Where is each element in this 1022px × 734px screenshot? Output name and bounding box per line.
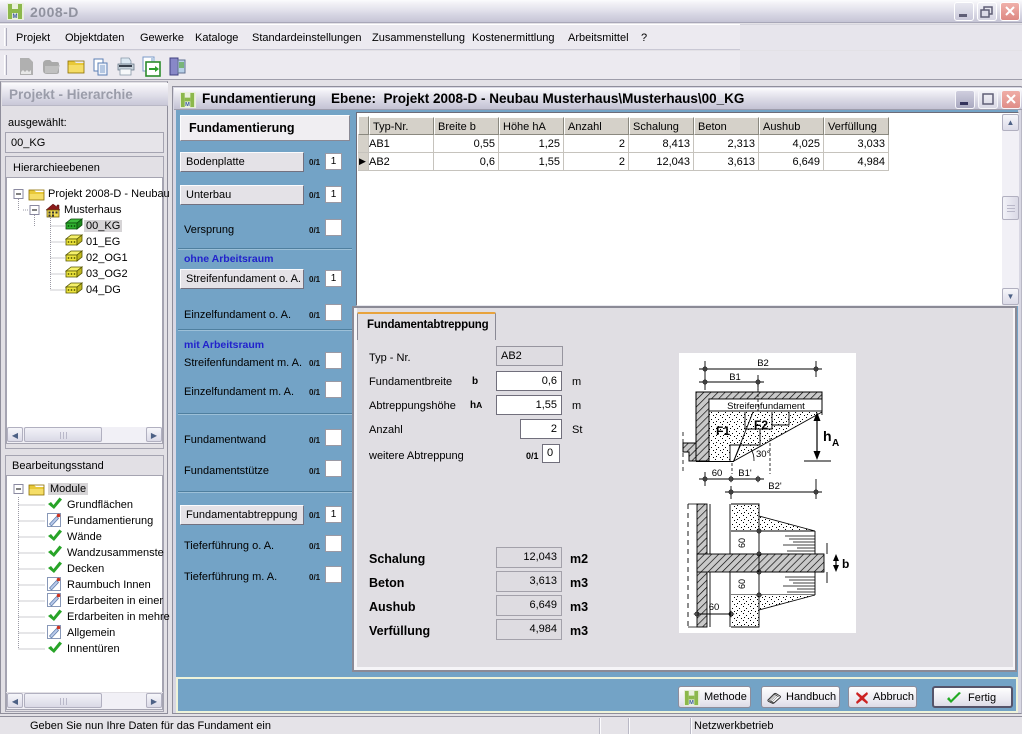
svg-text:M: M [689,700,694,706]
svg-text:30°: 30° [756,449,771,460]
svg-text:b: b [842,557,849,571]
svg-text:B1: B1 [729,372,741,383]
svg-text:M: M [185,102,190,108]
svg-text:60: 60 [737,579,747,589]
svg-text:h: h [823,428,832,444]
svg-text:F2: F2 [754,418,768,432]
svg-text:F1: F1 [716,424,730,438]
svg-text:60: 60 [712,468,723,479]
svg-text:B2: B2 [757,358,769,369]
svg-text:B2': B2' [768,481,782,492]
svg-text:Streifenfundament: Streifenfundament [727,401,805,412]
svg-text:60: 60 [737,538,747,548]
svg-text:A: A [832,438,839,449]
svg-text:M: M [13,14,18,20]
svg-text:60: 60 [709,602,720,613]
svg-text:B1': B1' [738,468,752,479]
